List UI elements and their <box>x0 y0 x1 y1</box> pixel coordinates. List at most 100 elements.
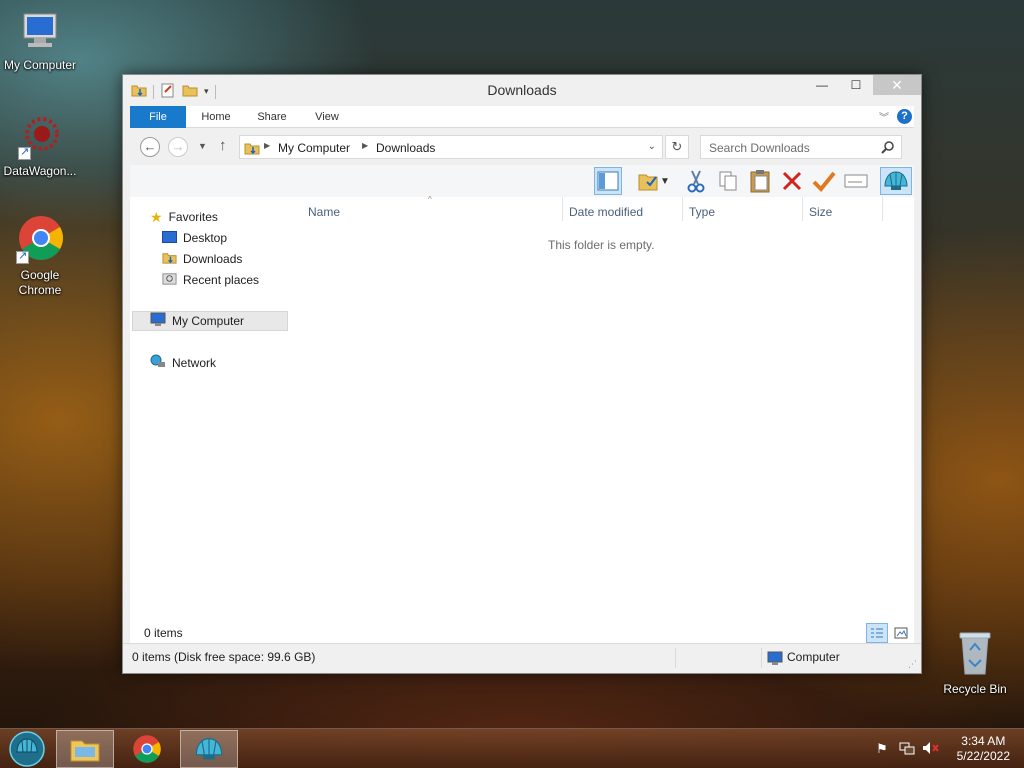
network-tray-icon[interactable] <box>898 741 916 757</box>
address-bar[interactable]: ▶ My Computer ▶ Downloads ⌄ <box>239 135 663 159</box>
explorer-window: ▾ Downloads — ☐ ✕ File Home Share View ︾… <box>122 74 922 674</box>
shell-icon[interactable] <box>880 167 912 195</box>
sort-arrow-icon: ^ <box>428 195 432 204</box>
window-title: Downloads <box>487 82 557 98</box>
maximize-button[interactable]: ☐ <box>839 75 873 95</box>
location-folder-icon <box>244 140 260 159</box>
computer-icon <box>18 8 62 54</box>
command-toolbar: ▼ <box>130 165 914 197</box>
taskbar-chrome[interactable] <box>118 730 176 768</box>
breadcrumb-chevron-icon[interactable]: ▶ <box>264 141 270 150</box>
column-name[interactable]: Name <box>308 205 340 219</box>
content-area: ★ Favorites Desktop Downloads Recent pla… <box>130 195 914 642</box>
desktop-icon-my-computer[interactable]: My Computer <box>0 8 80 73</box>
desktop-icon-google-chrome[interactable]: Google Chrome <box>0 214 80 298</box>
star-icon: ★ <box>150 208 163 225</box>
delete-icon[interactable] <box>778 167 806 195</box>
shortcut-arrow-icon <box>18 145 31 160</box>
desktop-icon-label: DataWagon... <box>3 164 77 178</box>
nav-desktop-label: Desktop <box>183 231 228 245</box>
taskbar-shell-app[interactable] <box>180 730 238 768</box>
checkmark-icon[interactable] <box>810 167 838 195</box>
cut-icon[interactable] <box>682 167 710 195</box>
volume-muted-icon[interactable] <box>922 741 940 757</box>
window-controls: — ☐ ✕ <box>805 75 921 95</box>
search-icon[interactable] <box>881 140 895 157</box>
column-divider[interactable] <box>882 197 883 221</box>
desktop-icon-label: Google Chrome <box>18 268 62 297</box>
forward-button[interactable]: → <box>168 137 188 157</box>
chrome-icon <box>16 214 64 264</box>
start-button[interactable] <box>0 730 54 768</box>
status-divider <box>675 648 676 668</box>
column-size[interactable]: Size <box>809 205 832 219</box>
nav-downloads-label: Downloads <box>183 252 243 266</box>
datawagon-icon <box>18 112 62 160</box>
breadcrumb-my-computer[interactable]: My Computer <box>278 141 350 155</box>
column-date-modified[interactable]: Date modified <box>569 205 643 219</box>
nav-downloads[interactable]: Downloads <box>162 249 242 269</box>
shortcut-arrow-icon <box>16 249 29 264</box>
up-button[interactable]: ↑ <box>219 137 227 154</box>
select-dropdown-icon[interactable]: ▼ <box>658 167 672 195</box>
nav-my-computer[interactable]: My Computer <box>132 311 288 331</box>
breadcrumb-chevron-icon[interactable]: ▶ <box>362 141 368 150</box>
back-button[interactable]: ← <box>140 137 160 157</box>
close-button[interactable]: ✕ <box>873 75 921 95</box>
search-box[interactable]: Search Downloads <box>700 135 902 159</box>
status-zone: Computer <box>787 650 840 664</box>
system-clock[interactable]: 3:34 AM 5/22/2022 <box>957 734 1010 764</box>
network-icon <box>150 354 166 372</box>
large-icons-view-button[interactable] <box>890 623 912 643</box>
copy-icon[interactable] <box>714 167 742 195</box>
column-type[interactable]: Type <box>689 205 715 219</box>
desktop-icon-label: My Computer <box>3 58 77 72</box>
paste-icon[interactable] <box>746 167 774 195</box>
navigation-pane: ★ Favorites Desktop Downloads Recent pla… <box>130 197 290 642</box>
expand-ribbon-icon[interactable]: ︾ <box>879 109 889 124</box>
status-disk-space: 0 items (Disk free space: 99.6 GB) <box>132 650 316 664</box>
refresh-button[interactable]: ↻ <box>665 135 689 159</box>
tab-view[interactable]: View <box>304 106 350 128</box>
preview-pane-button[interactable] <box>594 167 622 195</box>
column-divider[interactable] <box>682 197 683 221</box>
nav-network-label: Network <box>172 356 217 370</box>
rename-icon[interactable] <box>842 167 870 195</box>
downloads-folder-icon <box>162 250 177 268</box>
help-button[interactable]: ? <box>897 109 912 124</box>
clock-date: 5/22/2022 <box>956 749 1010 763</box>
computer-icon <box>767 651 783 669</box>
address-dropdown-icon[interactable]: ⌄ <box>648 141 656 152</box>
action-center-flag-icon[interactable]: ⚑ <box>873 741 891 757</box>
desktop-icon-recycle-bin[interactable]: Recycle Bin <box>935 630 1015 697</box>
taskbar: ⚑ 3:34 AM 5/22/2022 <box>0 728 1024 768</box>
desktop-icon-datawagon[interactable]: DataWagon... <box>0 112 80 179</box>
desktop-icon-label: Recycle Bin <box>943 682 1007 696</box>
nav-my-computer-label: My Computer <box>172 314 245 328</box>
column-divider[interactable] <box>562 197 563 221</box>
search-placeholder: Search Downloads <box>709 141 810 155</box>
clock-time: 3:34 AM <box>961 734 1006 748</box>
nav-favorites-label: Favorites <box>168 210 218 224</box>
empty-folder-message: This folder is empty. <box>548 238 655 252</box>
taskbar-file-explorer[interactable] <box>56 730 114 768</box>
tab-file[interactable]: File <box>130 106 186 128</box>
recent-locations-icon[interactable]: ▼ <box>198 141 207 151</box>
details-view-button[interactable] <box>866 623 888 643</box>
desktop-icon <box>162 230 177 246</box>
tab-home[interactable]: Home <box>192 106 240 128</box>
ribbon-help-area: ︾ ? <box>879 109 912 124</box>
nav-network[interactable]: Network <box>150 353 216 373</box>
nav-recent-places[interactable]: Recent places <box>162 270 259 290</box>
column-divider[interactable] <box>802 197 803 221</box>
item-count: 0 items <box>144 626 183 640</box>
resize-grip-icon[interactable]: ⋰ <box>908 659 917 670</box>
status-divider <box>761 648 762 668</box>
nav-favorites[interactable]: ★ Favorites <box>150 207 218 227</box>
minimize-button[interactable]: — <box>805 75 839 95</box>
tab-share[interactable]: Share <box>248 106 296 128</box>
breadcrumb-downloads[interactable]: Downloads <box>376 141 435 155</box>
nav-desktop[interactable]: Desktop <box>162 228 227 248</box>
nav-recent-places-label: Recent places <box>183 273 260 287</box>
title-bar[interactable]: ▾ Downloads — ☐ ✕ <box>123 75 921 105</box>
